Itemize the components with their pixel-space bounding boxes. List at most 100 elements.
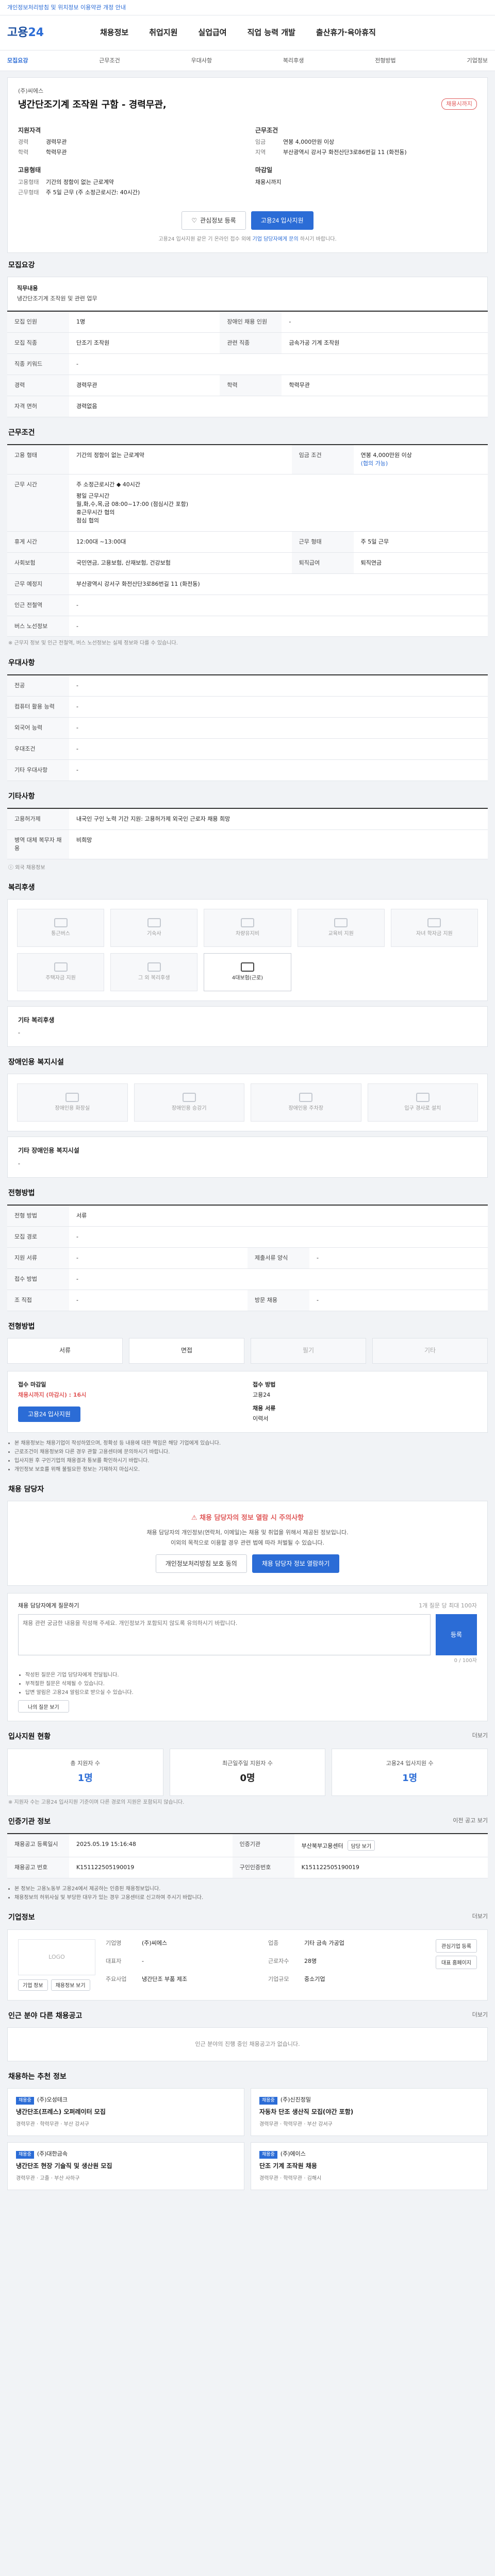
company-value-ceo: - [142, 1957, 144, 1964]
row-label: 모집 직종 [7, 332, 69, 354]
rec-title[interactable]: 자동차 단조 생산직 모집(야간 포함) [259, 2108, 479, 2116]
my-questions-button[interactable]: 나의 질문 보기 [18, 1700, 69, 1713]
rec-title[interactable]: 냉간단조(프레스) 오퍼레이터 모집 [16, 2108, 236, 2116]
privacy-agree-button[interactable]: 개인정보처리방침 보호 동의 [155, 1554, 247, 1573]
prev-post-link[interactable]: 이전 공고 보기 [453, 1817, 488, 1825]
screen-section: 전형방법 전형 방법 서류 모집 경로 - 지원 서류 - 제출서류 양식 - 접수 방법 - 조 … [7, 1188, 488, 1311]
row-inline-button[interactable]: 담당 보기 [347, 1840, 375, 1851]
welfare-item-label: 교육비 지원 [328, 930, 354, 937]
nav-item-training[interactable]: 직업 능력 개발 [237, 27, 306, 39]
other-jobs-more-link[interactable]: 더보기 [472, 2011, 488, 2019]
company-name[interactable]: (주)씨에스 [18, 87, 477, 95]
rec-card[interactable]: 채용중 (주)에이스 단조 기계 조작원 채용 경력무관 · 학력무관 · 김해시 [251, 2142, 488, 2191]
recs-section: 채용하는 추천 정보 채용중 (주)오성테크 냉간단조(프레스) 오퍼레이터 모집 경… [7, 2072, 488, 2191]
qa-submit-button[interactable]: 등록 [436, 1614, 477, 1655]
nav-item-support[interactable]: 취업지원 [139, 27, 188, 39]
apply-button[interactable]: 고용24 입사지원 [251, 211, 314, 230]
bullet-item: 개인정보 보호를 위해 불필요한 정보는 기재하지 마십시오. [14, 1465, 488, 1474]
company-label-industry: 업종 [268, 1939, 279, 1946]
stat-label: 최근일주일 지원자 수 [222, 1759, 273, 1767]
bullet-item: 부적절한 질문은 삭제될 수 있습니다. [25, 1680, 477, 1688]
site-logo[interactable]: 고용24 [7, 25, 90, 41]
rec-card[interactable]: 채용중 (주)신진정밀 자동차 단조 생산직 모집(야간 포함) 경력무관 · 학력무… [251, 2088, 488, 2137]
homepage-button[interactable]: 대표 홈페이지 [436, 1955, 477, 1969]
summary-employ-title: 고용형태 [18, 166, 41, 174]
rec-card[interactable]: 채용중 (주)대한금속 냉간단조 현장 기술직 및 생산원 모집 경력무관 · 고졸 … [7, 2142, 244, 2191]
etc-extra-label[interactable]: 외국 채용정보 [15, 865, 45, 871]
step-etc: 기타 [372, 1338, 488, 1364]
tab-welfare[interactable]: 복리후생 [283, 57, 304, 65]
value-pay: 연봉 4,000만원 이상 [283, 139, 335, 146]
apply-button-2[interactable]: 고용24 입사지원 [18, 1406, 80, 1422]
global-nav: 채용정보 취업지원 실업급여 직업 능력 개발 출산휴가·육아휴직 [90, 27, 488, 39]
info-icon: ⓘ [8, 865, 13, 871]
welfare-item: 기숙사 [110, 908, 198, 947]
row-label-2: 구인인증번호 [232, 1857, 294, 1879]
conditions-table: 고용 형태 기간의 정함이 없는 근로계약 임금 조건 연봉 4,000만원 이… [7, 444, 488, 637]
row-value-2: 퇴직연금 [353, 552, 488, 574]
deadline-badge: 채용시까지 [441, 98, 477, 110]
company-jobs-button[interactable]: 채용정보 보기 [51, 1979, 90, 1991]
row-label: 지원 서류 [7, 1247, 69, 1269]
qa-input[interactable] [18, 1614, 431, 1655]
fine-blue[interactable]: 기업 담당자에게 문의 [253, 236, 299, 242]
table-row: 사회보험 국민연금, 고용보험, 산재보험, 건강보험 퇴직급여 퇴직연금 [7, 552, 488, 574]
other-jobs-title-text: 인근 분야 다른 채용공고 [8, 2011, 82, 2020]
job-desc-label: 직무내용 [17, 285, 38, 292]
welfare-item: 교육비 지원 [297, 908, 385, 947]
apply-method-value: 고용24 [253, 1392, 271, 1399]
table-row: 모집 직종 단조기 조작원 관련 직종 금속가공 기계 조작원 [7, 332, 488, 354]
rec-title[interactable]: 단조 기계 조작원 채용 [259, 2162, 479, 2171]
view-contact-button[interactable]: 채용 담당자 정보 열람하기 [252, 1554, 340, 1573]
stat-card: 총 지원자 수 1명 [7, 1748, 163, 1796]
bullet-item: 입사지원 후 구인기업의 채용결과 통보를 확인하시기 바랍니다. [14, 1456, 488, 1465]
status-more-link[interactable]: 더보기 [472, 1732, 488, 1740]
table-row: 고용허가제 내국인 구인 노력 기간 지원: 고용허가제 외국인 근로자 채용 희… [7, 808, 488, 831]
company-section: 기업정보 더보기 LOGO 기업 정보 채용정보 보기 기업명 (주)씨에스 업종 기… [7, 1912, 488, 2001]
company-info-button[interactable]: 기업 정보 [18, 1979, 48, 1991]
top-notice-text[interactable]: 개인정보처리방침 및 위치정보 이용약관 개정 안내 [7, 4, 126, 12]
table-row: 병역 대체 복무자 채용 비희망 [7, 829, 488, 860]
tab-screening[interactable]: 전형방법 [375, 57, 395, 65]
job-summary-card: (주)씨에스 냉간단조기계 조작원 구함 - 경력무관, 채용시까지 지원자격 … [7, 77, 488, 253]
table-row: 고용 형태 기간의 정함이 없는 근로계약 임금 조건 연봉 4,000만원 이… [7, 445, 488, 475]
welfare-item-label: 주택자금 지원 [45, 975, 76, 981]
row-value: - [69, 717, 488, 739]
apply-info-box: 접수 마감일 채용시까지 (마감시) : 16시 고용24 입사지원 접수 방법… [7, 1371, 488, 1433]
welfare-icon [240, 918, 254, 927]
label-career: 경력 [18, 139, 29, 146]
steps-title: 전형방법 [8, 1322, 35, 1331]
favorite-company-button[interactable]: 관심기업 등록 [436, 1939, 477, 1953]
company-more-link[interactable]: 더보기 [472, 1912, 488, 1921]
tab-preferences[interactable]: 우대사항 [191, 57, 212, 65]
bullet-item: 답변 알림은 고용24 알림으로 받으실 수 있습니다. [25, 1688, 477, 1697]
recruit-section: 모집요강 직무내용 냉간단조기계 조작원 및 관련 업무 모집 인원 1명 장애인 … [7, 260, 488, 417]
step-written: 필기 [251, 1338, 366, 1364]
nav-item-benefit[interactable]: 실업급여 [188, 27, 237, 39]
table-row: 채용공고 등록일시 2025.05.19 15:16:48 인증기관 부산북부고용센터… [7, 1834, 488, 1858]
rec-tag: 채용중 [16, 2151, 34, 2159]
row-value: 단조기 조작원 [69, 332, 220, 354]
table-row: 기타 우대사항 - [7, 759, 488, 781]
tab-company[interactable]: 기업정보 [467, 57, 487, 65]
rec-tag: 채용중 [16, 2097, 34, 2105]
work-line-1: 주 소정근로시간 ◆ 40시간 [76, 481, 141, 488]
bullet-item: 작성된 질문은 기업 담당자에게 전달됩니다. [25, 1671, 477, 1680]
nav-item-jobs[interactable]: 채용정보 [90, 27, 139, 39]
label-pay: 임금 [255, 139, 266, 146]
row-label: 외국어 능력 [7, 717, 69, 739]
row-value-2: K151122505190019 [294, 1857, 488, 1879]
row-label: 기타 우대사항 [7, 759, 69, 781]
row-value: - [69, 353, 488, 376]
rec-card[interactable]: 채용중 (주)오성테크 냉간단조(프레스) 오퍼레이터 모집 경력무관 · 학력무관 … [7, 2088, 244, 2137]
conditions-note: ※ 근무지 정보 및 인근 전철역, 버스 노선정보는 실제 정보와 다를 수 … [8, 640, 178, 647]
nav-item-leave[interactable]: 출산휴가·육아휴직 [306, 27, 386, 39]
row-value: - [69, 595, 488, 616]
tab-recruit[interactable]: 모집요강 [7, 57, 28, 65]
company-value-size: 중소기업 [304, 1976, 325, 1983]
scrap-button[interactable]: ♡ 관심정보 등록 [182, 211, 246, 230]
tab-conditions[interactable]: 근무조건 [99, 57, 120, 65]
disability-item: 장애인용 화장실 [17, 1083, 128, 1122]
rec-title[interactable]: 냉간단조 현장 기술직 및 생산원 모집 [16, 2162, 236, 2171]
row-label-2: 방문 채용 [248, 1290, 309, 1311]
